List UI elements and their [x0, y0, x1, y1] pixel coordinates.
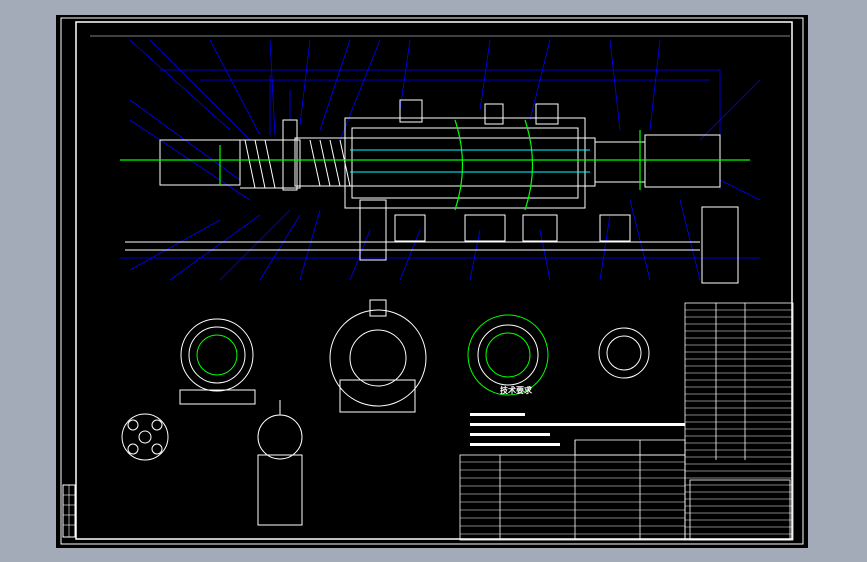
parts-list-table	[459, 302, 794, 541]
section-view-c	[467, 314, 549, 396]
section-view-b	[329, 299, 427, 413]
binding-margin-lines	[63, 485, 75, 537]
leader-lines-bottom	[120, 199, 760, 281]
inner-frame	[75, 21, 793, 540]
detail-view-e	[121, 413, 169, 461]
outer-frame	[60, 17, 804, 545]
table-rows	[460, 309, 793, 535]
detail-view-f	[257, 400, 303, 526]
cad-drawing	[60, 17, 804, 545]
foundation	[125, 199, 739, 284]
leader-lines-top	[129, 39, 761, 201]
tech-requirements-title: 技术要求	[500, 386, 532, 395]
section-view-d	[598, 327, 650, 379]
tech-requirements-lines	[470, 413, 685, 446]
centerlines	[120, 119, 750, 211]
section-view-a	[179, 318, 256, 405]
shaft-lines	[350, 149, 590, 173]
dryer-drum	[159, 99, 721, 209]
